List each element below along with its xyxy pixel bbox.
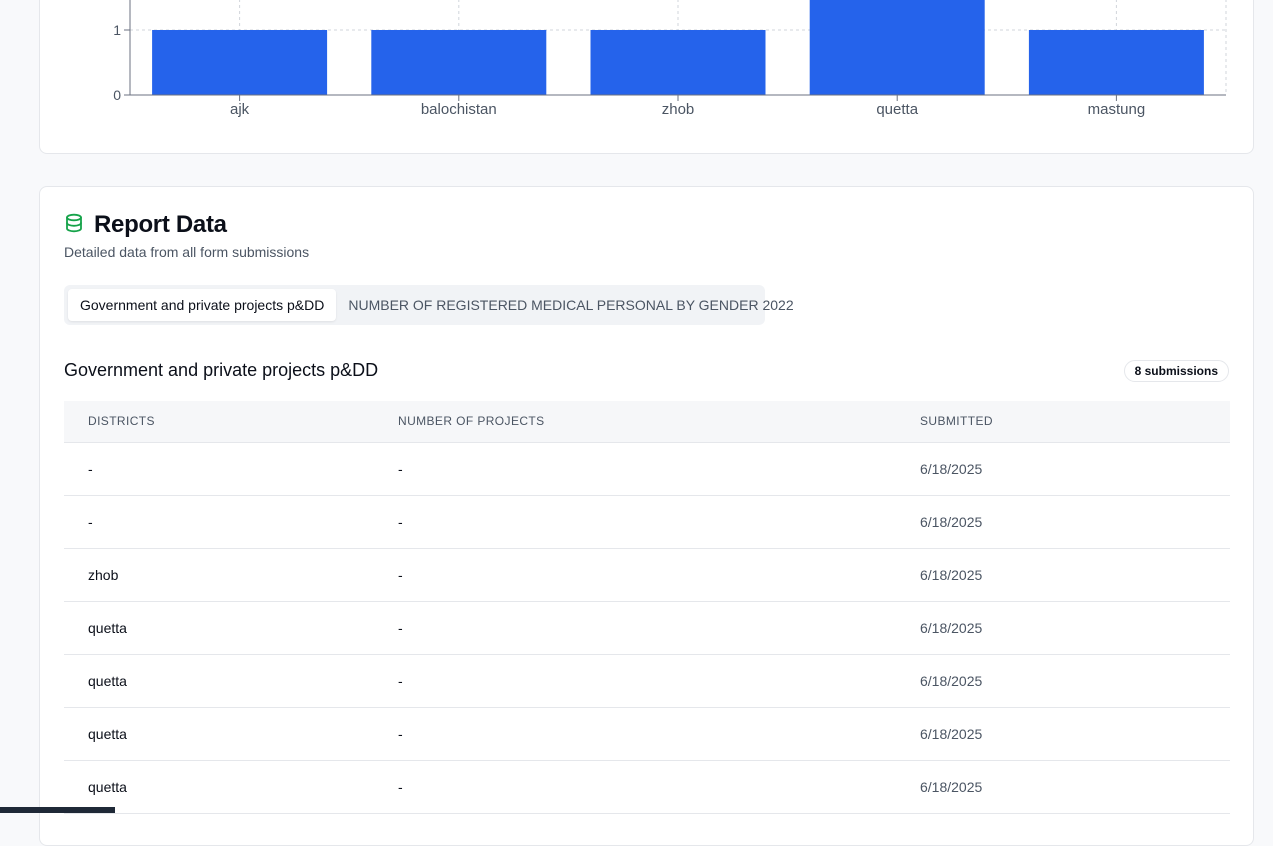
bar-chart: 0 1 ajk balochistan zhob quetta mastung [113,0,1227,118]
report-title: Report Data [94,211,227,238]
report-data-card: Report Data Detailed data from all form … [39,186,1254,846]
submitted-cell: 6/18/2025 [920,620,983,636]
district-cell: quetta [88,726,127,742]
y-tick-label: 0 [113,87,121,103]
column-header-districts: DISTRICTS [88,414,155,428]
tab-registered-medical-personal[interactable]: NUMBER OF REGISTERED MEDICAL PERSONAL BY… [336,289,805,321]
projects-cell: - [398,779,403,795]
submitted-cell: 6/18/2025 [920,673,983,689]
bar [1028,30,1204,95]
projects-cell: - [398,514,403,530]
column-header-submitted: SUBMITTED [920,414,993,428]
projects-cell: - [398,620,403,636]
report-header: Report Data [64,211,227,239]
database-icon [64,213,84,238]
district-cell: - [88,514,93,530]
table-row: - - 6/18/2025 [64,496,1230,549]
form-tabs: Government and private projects p&DD NUM… [64,285,794,325]
table-row: quetta - 6/18/2025 [64,708,1230,761]
column-header-number-of-projects: NUMBER OF PROJECTS [398,414,545,428]
table-header: DISTRICTS NUMBER OF PROJECTS SUBMITTED [64,401,1230,443]
x-tick-label: quetta [876,101,918,118]
x-tick-label: balochistan [421,101,497,118]
submitted-cell: 6/18/2025 [920,726,983,742]
x-tick-label: zhob [662,101,695,118]
bar [371,30,547,95]
projects-cell: - [398,461,403,477]
chart-card: 0 1 ajk balochistan zhob quetta mastung [39,0,1254,154]
submitted-cell: 6/18/2025 [920,779,983,795]
projects-cell: - [398,726,403,742]
table-row: zhob - 6/18/2025 [64,549,1230,602]
table-row: quetta - 6/18/2025 [64,761,1230,814]
submissions-badge: 8 submissions [1123,360,1229,382]
district-cell: quetta [88,673,127,689]
section-title: Government and private projects p&DD [64,360,379,380]
bar [809,0,985,95]
submitted-cell: 6/18/2025 [920,461,983,477]
table-row: quetta - 6/18/2025 [64,655,1230,708]
bar [152,30,328,95]
district-cell: quetta [88,620,127,636]
projects-cell: - [398,567,403,583]
submissions-table: DISTRICTS NUMBER OF PROJECTS SUBMITTED -… [64,401,1230,814]
submitted-cell: 6/18/2025 [920,567,983,583]
district-cell: zhob [88,567,119,583]
table-row: - - 6/18/2025 [64,443,1230,496]
x-tick-label: ajk [230,101,250,118]
projects-cell: - [398,673,403,689]
tab-government-private-projects[interactable]: Government and private projects p&DD [68,289,337,321]
table-row: quetta - 6/18/2025 [64,602,1230,655]
x-tick-label: mastung [1088,101,1146,118]
submitted-cell: 6/18/2025 [920,514,983,530]
bottom-overlay-bar [0,807,115,813]
y-tick-label: 1 [113,22,121,38]
district-cell: - [88,461,93,477]
bar [590,30,766,95]
report-description: Detailed data from all form submissions [64,244,310,260]
district-cell: quetta [88,779,127,795]
